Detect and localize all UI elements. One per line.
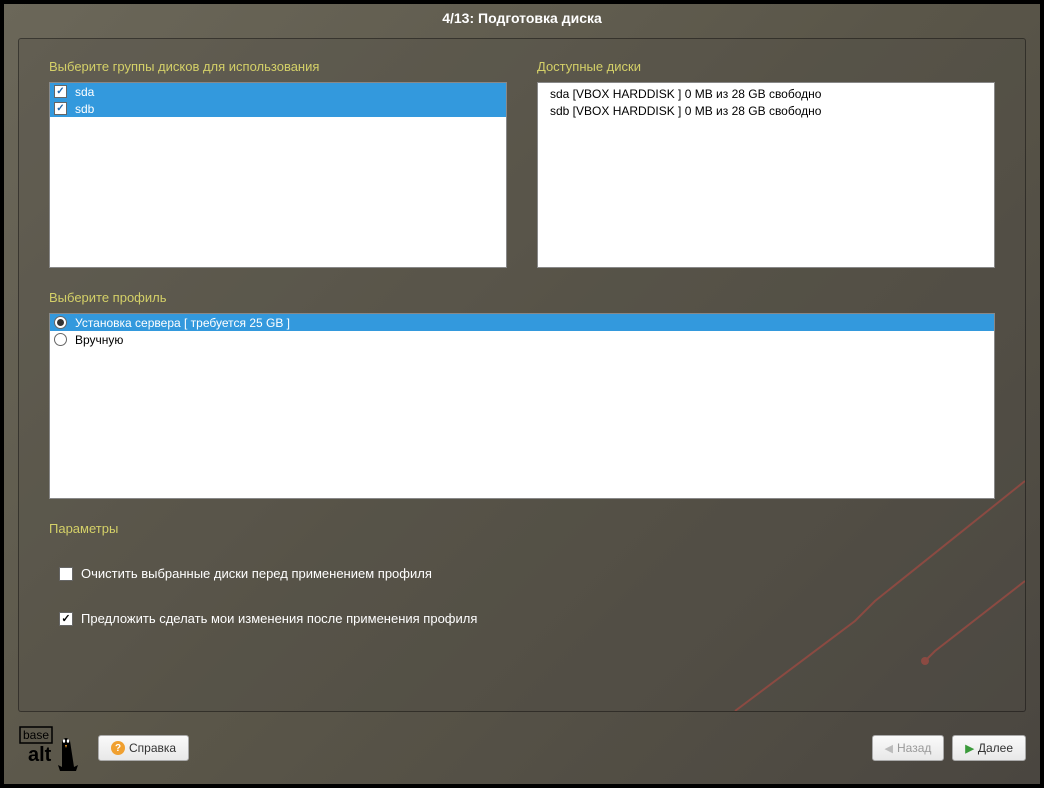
available-disks-label: Доступные диски — [537, 59, 995, 74]
page-title: 4/13: Подготовка диска — [4, 4, 1040, 32]
profile-item-label: Установка сервера [ требуется 25 GB ] — [75, 316, 290, 330]
radio-icon[interactable] — [54, 333, 67, 346]
basealt-logo: base alt — [18, 723, 88, 773]
disk-group-item[interactable]: ✓ sda — [50, 83, 506, 100]
available-disks-list: sda [VBOX HARDDISK ] 0 MB из 28 GB свобо… — [537, 82, 995, 268]
svg-text:base: base — [23, 728, 49, 742]
next-button[interactable]: ▶ Далее — [952, 735, 1026, 761]
profile-item-manual[interactable]: Вручную — [50, 331, 994, 348]
param-propose-label: Предложить сделать мои изменения после п… — [81, 611, 477, 626]
radio-icon[interactable] — [54, 316, 67, 329]
checkbox-icon[interactable]: ✓ — [59, 612, 73, 626]
disk-groups-label: Выберите группы дисков для использования — [49, 59, 507, 74]
disk-groups-list[interactable]: ✓ sda ✓ sdb — [49, 82, 507, 268]
checkbox-icon[interactable]: ✓ — [54, 85, 67, 98]
svg-text:alt: alt — [28, 744, 52, 766]
profile-item-server[interactable]: Установка сервера [ требуется 25 GB ] — [50, 314, 994, 331]
chevron-right-icon: ▶ — [965, 742, 973, 755]
profile-list[interactable]: Установка сервера [ требуется 25 GB ] Вр… — [49, 313, 995, 499]
help-button-label: Справка — [129, 741, 176, 755]
help-icon: ? — [111, 741, 125, 755]
disk-group-item[interactable]: ✓ sdb — [50, 100, 506, 117]
checkbox-icon[interactable] — [59, 567, 73, 581]
disk-group-label: sda — [75, 85, 94, 99]
help-button[interactable]: ? Справка — [98, 735, 189, 761]
back-button[interactable]: ◀ Назад — [872, 735, 945, 761]
param-propose-changes[interactable]: ✓ Предложить сделать мои изменения после… — [59, 611, 995, 626]
next-button-label: Далее — [978, 741, 1013, 755]
back-button-label: Назад — [897, 741, 931, 755]
checkbox-icon[interactable]: ✓ — [54, 102, 67, 115]
profile-label: Выберите профиль — [49, 290, 995, 305]
disk-group-label: sdb — [75, 102, 94, 116]
param-clear-disks[interactable]: Очистить выбранные диски перед применени… — [59, 566, 995, 581]
profile-item-label: Вручную — [75, 333, 123, 347]
available-disk-row: sdb [VBOX HARDDISK ] 0 MB из 28 GB свобо… — [550, 103, 982, 120]
params-label: Параметры — [49, 521, 995, 536]
available-disk-row: sda [VBOX HARDDISK ] 0 MB из 28 GB свобо… — [550, 86, 982, 103]
param-clear-label: Очистить выбранные диски перед применени… — [81, 566, 432, 581]
chevron-left-icon: ◀ — [885, 742, 893, 755]
